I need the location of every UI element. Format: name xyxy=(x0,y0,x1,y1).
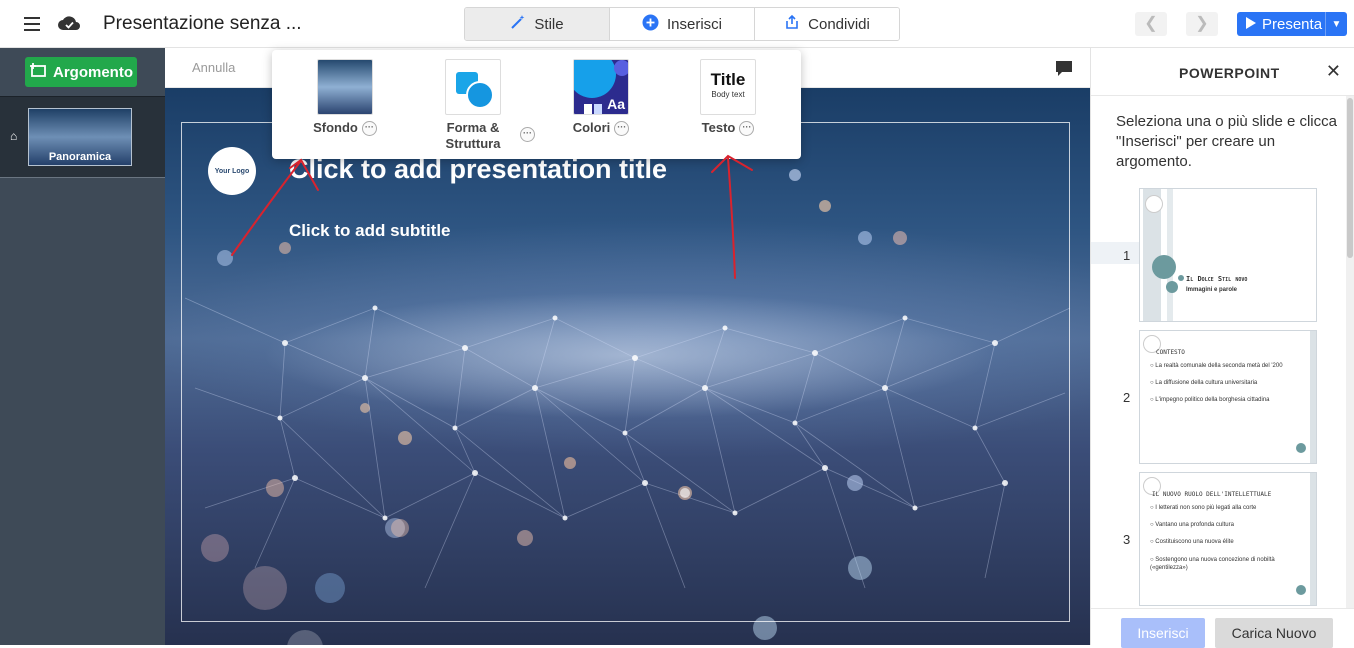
top-bar: Presentazione senza ... Stile Inserisci … xyxy=(0,0,1354,48)
magic-wand-icon xyxy=(510,14,526,34)
close-icon[interactable]: ✕ xyxy=(1326,61,1341,82)
panel-header: POWERPOINT ✕ xyxy=(1091,48,1354,96)
previous-arrow-icon[interactable]: ❮ xyxy=(1135,12,1167,36)
slide-bullet: ○ La realtà comunale della seconda metà … xyxy=(1150,363,1283,369)
overview-strip: ⌂ Panoramica xyxy=(0,96,165,178)
scrollbar-thumb[interactable] xyxy=(1347,98,1353,258)
tab-condividi[interactable]: Condividi xyxy=(755,8,899,40)
text-sample-title: Title xyxy=(710,70,746,89)
style-option-text[interactable]: Title Body text Testo ··· xyxy=(673,59,783,137)
style-option-colors-label: Colori xyxy=(572,120,611,135)
home-icon[interactable]: ⌂ xyxy=(10,129,17,143)
more-options-icon[interactable]: ··· xyxy=(520,127,535,142)
slide-canvas[interactable]: Your Logo Click to add presentation titl… xyxy=(165,88,1090,645)
panel-scrollbar[interactable] xyxy=(1346,96,1354,608)
slide-thumbnail[interactable]: Il Dolce Stil novo Immagini e parole xyxy=(1139,188,1317,322)
plus-circle-icon xyxy=(642,14,659,35)
load-new-button[interactable]: Carica Nuovo xyxy=(1215,618,1333,648)
colors-thumbnail: Aa xyxy=(573,59,629,115)
tab-stile-label: Stile xyxy=(534,15,564,33)
left-sidebar: Argomento ⌂ Panoramica xyxy=(0,48,165,645)
main-tabs: Stile Inserisci Condividi xyxy=(464,7,900,41)
document-title[interactable]: Presentazione senza ... xyxy=(103,13,302,35)
undo-button[interactable]: Annulla xyxy=(192,60,235,75)
slide-bullet: ○ Sostengono una nuova concezione di nob… xyxy=(1150,557,1275,571)
add-topic-label: Argomento xyxy=(53,63,133,81)
colors-badge: Aa xyxy=(607,96,625,112)
hamburger-menu-icon[interactable] xyxy=(24,17,40,31)
slide-thumbnail[interactable]: Contesto ○ La realtà comunale della seco… xyxy=(1139,330,1317,464)
style-option-background-label: Sfondo xyxy=(313,120,358,135)
slide-bullet: ○ I letterati non sono più legati alla c… xyxy=(1150,505,1257,511)
overview-label: Panoramica xyxy=(48,151,112,163)
tab-inserisci-label: Inserisci xyxy=(666,15,722,33)
logo-placeholder[interactable]: Your Logo xyxy=(208,147,256,195)
present-dropdown-caret-icon[interactable]: ▼ xyxy=(1325,12,1347,36)
subtitle-placeholder[interactable]: Click to add subtitle xyxy=(289,221,451,241)
style-option-text-label: Testo xyxy=(701,120,736,135)
present-label: Presenta xyxy=(1262,15,1323,33)
text-sample-body: Body text xyxy=(711,90,745,99)
topic-add-icon xyxy=(29,62,47,82)
slide-number: 3 xyxy=(1123,532,1131,547)
style-option-colors[interactable]: Aa Colori ··· xyxy=(546,59,656,137)
tab-condividi-label: Condividi xyxy=(808,15,870,33)
slide-thumbnail[interactable]: Il nuovo ruolo dell'intellettuale ○ I le… xyxy=(1139,472,1317,606)
panel-title: POWERPOINT xyxy=(1179,65,1280,81)
slide-bullet: ○ L'impegno politico della borghesia cit… xyxy=(1150,397,1270,403)
slide-number: 2 xyxy=(1123,390,1131,405)
overview-thumbnail[interactable]: Panoramica xyxy=(28,108,132,166)
slide-bullet: ○ La diffusione della cultura universita… xyxy=(1150,380,1258,386)
slide-title: Il nuovo ruolo dell'intellettuale xyxy=(1152,491,1272,498)
slide-frame xyxy=(181,122,1070,622)
cloud-saved-icon xyxy=(57,13,81,38)
more-options-icon[interactable]: ··· xyxy=(361,121,377,137)
text-thumbnail: Title Body text xyxy=(700,59,756,115)
add-topic-button[interactable]: Argomento xyxy=(25,57,137,87)
insert-button[interactable]: Inserisci xyxy=(1121,618,1205,648)
slide-bullet: ○ Vantano una profonda cultura xyxy=(1150,522,1234,528)
slide-number: 1 xyxy=(1123,248,1131,263)
slide-bullet: ○ Costituiscono una nuova élite xyxy=(1150,539,1234,545)
play-icon xyxy=(1245,16,1256,33)
background-thumbnail xyxy=(317,59,373,115)
more-options-icon[interactable]: ··· xyxy=(614,121,630,137)
more-options-icon[interactable]: ··· xyxy=(739,121,755,137)
style-option-shape-label: Forma & Struttura xyxy=(445,120,501,151)
slide-title: Il Dolce Stil novo xyxy=(1186,275,1248,283)
panel-description: Seleziona una o più slide e clicca "Inse… xyxy=(1116,113,1337,170)
comment-icon[interactable] xyxy=(1056,61,1072,82)
tab-inserisci[interactable]: Inserisci xyxy=(610,8,755,40)
next-arrow-icon[interactable]: ❯ xyxy=(1186,12,1218,36)
style-option-shape[interactable]: Forma & Struttura ··· xyxy=(418,59,535,152)
share-icon xyxy=(784,14,800,34)
tab-stile[interactable]: Stile xyxy=(465,8,610,40)
style-option-background[interactable]: Sfondo ··· xyxy=(290,59,400,137)
shape-thumbnail xyxy=(445,59,501,115)
slide-subtitle: Immagini e parole xyxy=(1186,287,1238,293)
style-dropdown-panel: Sfondo ··· Forma & Struttura ··· Aa Color… xyxy=(272,50,801,159)
panel-footer: Inserisci Carica Nuovo xyxy=(1091,608,1354,648)
row-highlight xyxy=(1091,242,1141,264)
slide-title: Contesto xyxy=(1156,349,1185,356)
present-button[interactable]: Presenta ▼ xyxy=(1237,12,1347,36)
powerpoint-import-panel: POWERPOINT ✕ Seleziona una o più slide e… xyxy=(1090,48,1354,648)
